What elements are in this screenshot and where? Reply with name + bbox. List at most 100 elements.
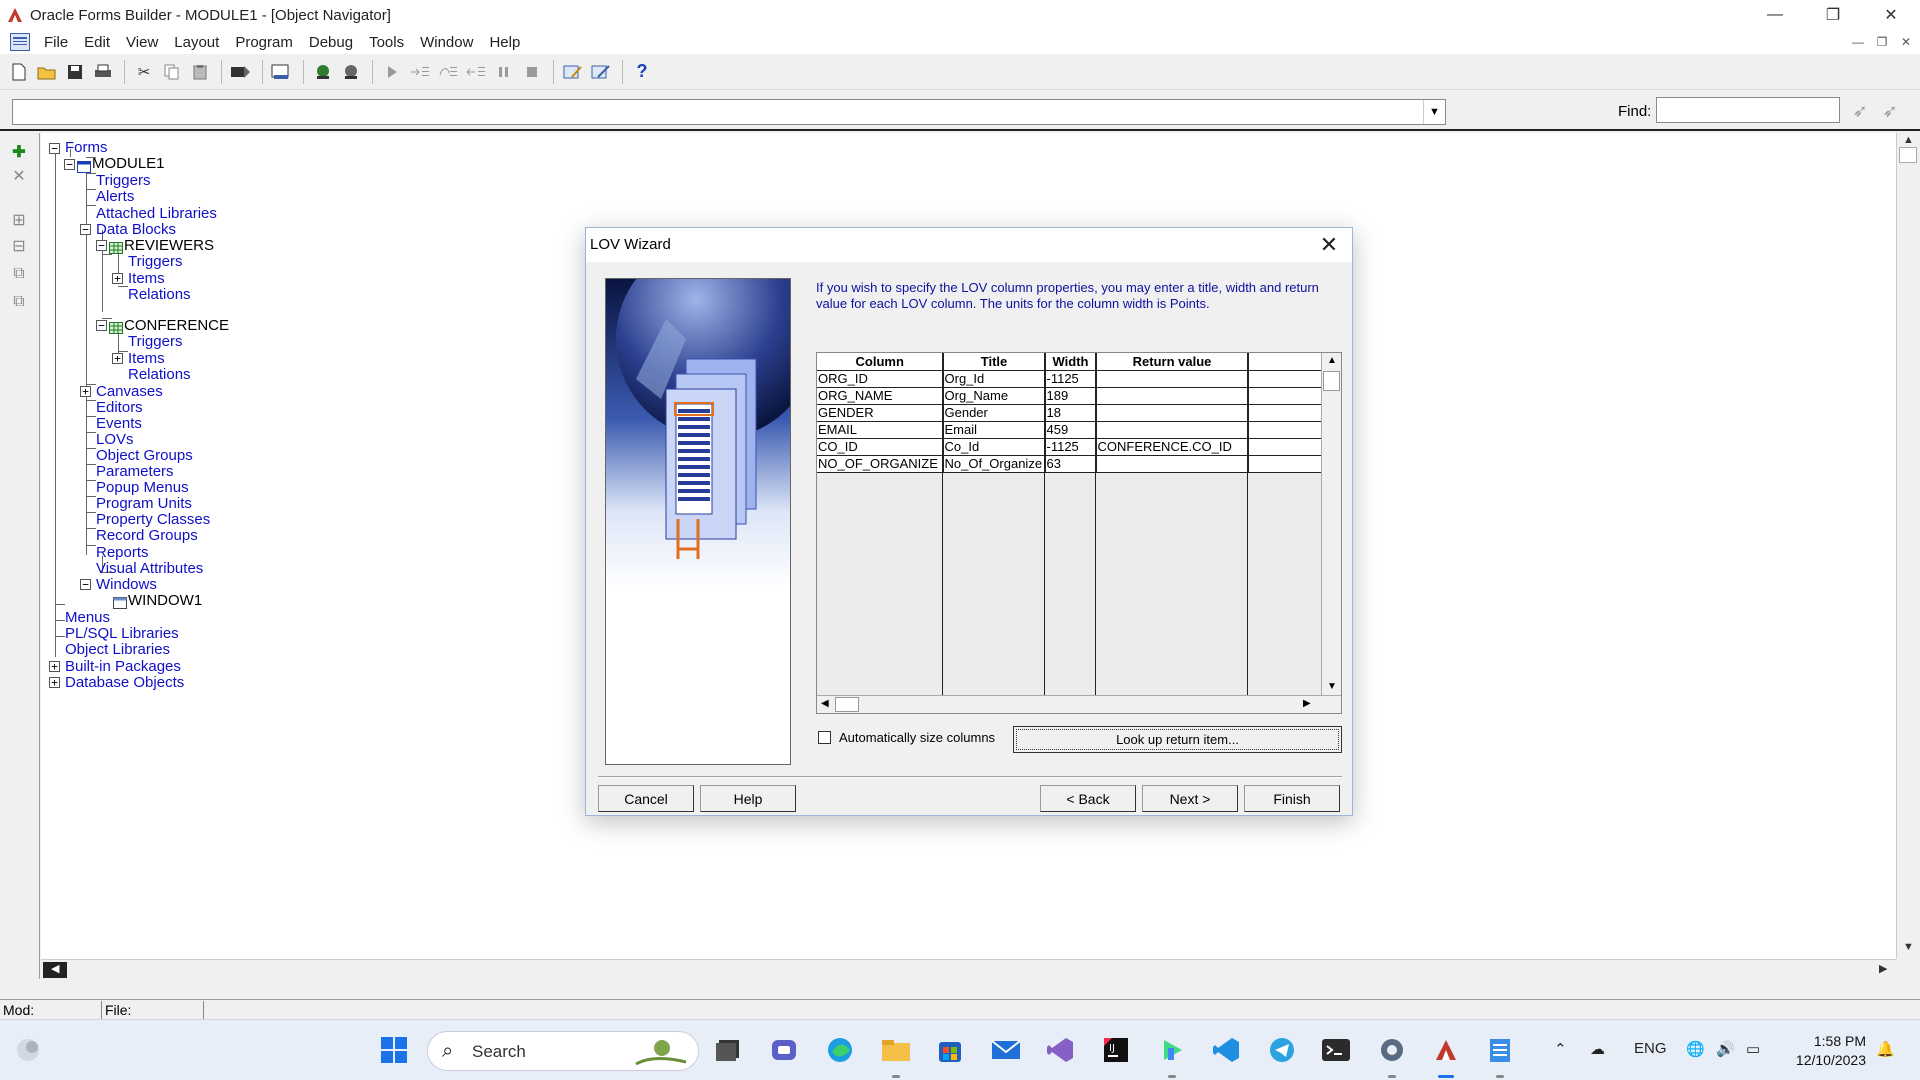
disconnect-icon[interactable]: [338, 59, 364, 85]
teams-icon[interactable]: [768, 1034, 800, 1066]
cut-icon[interactable]: ✂: [131, 59, 157, 85]
cell-title[interactable]: Email: [943, 421, 1046, 439]
battery-icon[interactable]: ▭: [1746, 1040, 1760, 1058]
task-view-icon[interactable]: [712, 1034, 744, 1066]
auto-size-columns-checkbox[interactable]: Automatically size columns: [818, 730, 995, 745]
cell-return-value[interactable]: [1096, 370, 1249, 388]
menu-edit[interactable]: Edit: [76, 34, 118, 51]
cell-title[interactable]: Org_Name: [943, 387, 1046, 405]
cell-title[interactable]: Org_Id: [943, 370, 1046, 388]
print-icon[interactable]: [90, 59, 116, 85]
create-icon[interactable]: ✚: [8, 141, 30, 163]
run-form-icon[interactable]: [228, 59, 254, 85]
tree-item-conference-relations[interactable]: Relations: [128, 366, 191, 384]
intellij-icon[interactable]: IJ: [1100, 1034, 1132, 1066]
scroll-thumb[interactable]: [1323, 371, 1340, 391]
tree-item-window1[interactable]: WINDOW1: [128, 592, 202, 610]
mdi-restore-icon[interactable]: ❐: [1872, 33, 1892, 51]
wizard-icon[interactable]: [560, 59, 586, 85]
taskbar-search[interactable]: ⌕ Search: [427, 1031, 699, 1071]
scroll-thumb[interactable]: [1899, 147, 1917, 163]
save-icon[interactable]: [62, 59, 88, 85]
cell-width[interactable]: 189: [1045, 387, 1097, 405]
cell-return-value[interactable]: CONFERENCE.CO_ID: [1096, 438, 1249, 456]
mail-icon[interactable]: [990, 1034, 1022, 1066]
tree-item-alerts[interactable]: Alerts: [96, 188, 134, 206]
widgets-icon[interactable]: [12, 1034, 44, 1066]
connect-icon[interactable]: [310, 59, 336, 85]
find-input[interactable]: [1656, 97, 1840, 123]
look-up-return-item-button[interactable]: Look up return item...: [1013, 726, 1342, 753]
collapse-module-icon[interactable]: −: [64, 159, 75, 170]
restore-button[interactable]: ❐: [1804, 0, 1862, 30]
layout-wizard-icon[interactable]: [588, 59, 614, 85]
scroll-right-icon[interactable]: ▶: [1879, 962, 1887, 975]
oracle-forms-taskbar-icon[interactable]: [1430, 1034, 1462, 1066]
step-out-icon[interactable]: [463, 59, 489, 85]
edge-icon[interactable]: [824, 1034, 856, 1066]
menu-debug[interactable]: Debug: [301, 34, 361, 51]
document-icon[interactable]: [10, 33, 30, 51]
scroll-thumb[interactable]: [835, 697, 859, 712]
help-button[interactable]: Help: [700, 785, 796, 812]
expand-database-objects-icon[interactable]: +: [49, 677, 60, 688]
notification-bell-icon[interactable]: 🔔: [1876, 1040, 1895, 1058]
android-studio-icon[interactable]: [1156, 1034, 1188, 1066]
cell-title[interactable]: No_Of_Organize: [943, 455, 1046, 473]
expand-all-icon[interactable]: ⧉: [8, 263, 30, 285]
cell-width[interactable]: 18: [1045, 404, 1097, 422]
cell-width[interactable]: 63: [1045, 455, 1097, 473]
cell-return-value[interactable]: [1096, 404, 1249, 422]
cell-title[interactable]: Gender: [943, 404, 1046, 422]
cell-return-value[interactable]: [1096, 387, 1249, 405]
menu-help[interactable]: Help: [481, 34, 528, 51]
scroll-right-icon[interactable]: ▶: [1303, 698, 1311, 709]
collapse-data-blocks-icon[interactable]: −: [80, 224, 91, 235]
file-explorer-icon[interactable]: [880, 1034, 912, 1066]
debug-go-icon[interactable]: [379, 59, 405, 85]
paste-icon[interactable]: [187, 59, 213, 85]
scroll-up-icon[interactable]: ▲: [1903, 134, 1914, 146]
collapse-windows-icon[interactable]: −: [80, 579, 91, 590]
chevron-down-icon[interactable]: ▼: [1423, 100, 1445, 124]
mdi-close-icon[interactable]: ✕: [1896, 33, 1916, 51]
cell-title[interactable]: Co_Id: [943, 438, 1046, 456]
onedrive-icon[interactable]: ☁: [1590, 1040, 1605, 1058]
telegram-icon[interactable]: [1266, 1034, 1298, 1066]
expand-builtin-packages-icon[interactable]: +: [49, 661, 60, 672]
volume-icon[interactable]: 🔊: [1716, 1040, 1735, 1058]
navigator-combo[interactable]: ▼: [12, 99, 1446, 125]
collapse-reviewers-icon[interactable]: −: [96, 240, 107, 251]
scroll-left-icon[interactable]: ◀: [821, 698, 829, 709]
cell-return-value[interactable]: [1096, 455, 1249, 473]
collapse-forms-icon[interactable]: −: [49, 143, 60, 154]
find-next-icon[interactable]: ➶: [1848, 99, 1872, 123]
collapse-conference-icon[interactable]: −: [96, 320, 107, 331]
navigator-horizontal-scrollbar[interactable]: ◀ ▶: [41, 959, 1896, 979]
delete-icon[interactable]: ✕: [8, 165, 30, 187]
expand-canvases-icon[interactable]: +: [80, 386, 91, 397]
expand-conference-items-icon[interactable]: +: [112, 353, 123, 364]
close-button[interactable]: ✕: [1862, 0, 1920, 30]
cell-width[interactable]: -1125: [1045, 438, 1097, 456]
scroll-up-icon[interactable]: ▲: [1327, 355, 1337, 366]
collapse-icon[interactable]: ⊟: [8, 235, 30, 257]
cancel-button[interactable]: Cancel: [598, 785, 694, 812]
open-icon[interactable]: [34, 59, 60, 85]
mdi-minimize-icon[interactable]: —: [1848, 33, 1868, 51]
pause-icon[interactable]: [491, 59, 517, 85]
menu-window[interactable]: Window: [412, 34, 481, 51]
language-indicator[interactable]: ENG: [1634, 1040, 1667, 1057]
find-previous-icon[interactable]: ➶: [1878, 99, 1902, 123]
tree-item-database-objects[interactable]: Database Objects: [65, 674, 184, 692]
cell-width[interactable]: 459: [1045, 421, 1097, 439]
menu-tools[interactable]: Tools: [361, 34, 412, 51]
stop-icon[interactable]: [519, 59, 545, 85]
expand-reviewers-items-icon[interactable]: +: [112, 273, 123, 284]
grid-vertical-scrollbar[interactable]: ▲ ▼: [1321, 353, 1341, 695]
start-icon[interactable]: [378, 1034, 410, 1066]
settings-icon[interactable]: [1376, 1034, 1408, 1066]
menu-file[interactable]: File: [36, 34, 76, 51]
minimize-button[interactable]: —: [1746, 0, 1804, 30]
scroll-left-icon[interactable]: ◀: [51, 962, 59, 975]
